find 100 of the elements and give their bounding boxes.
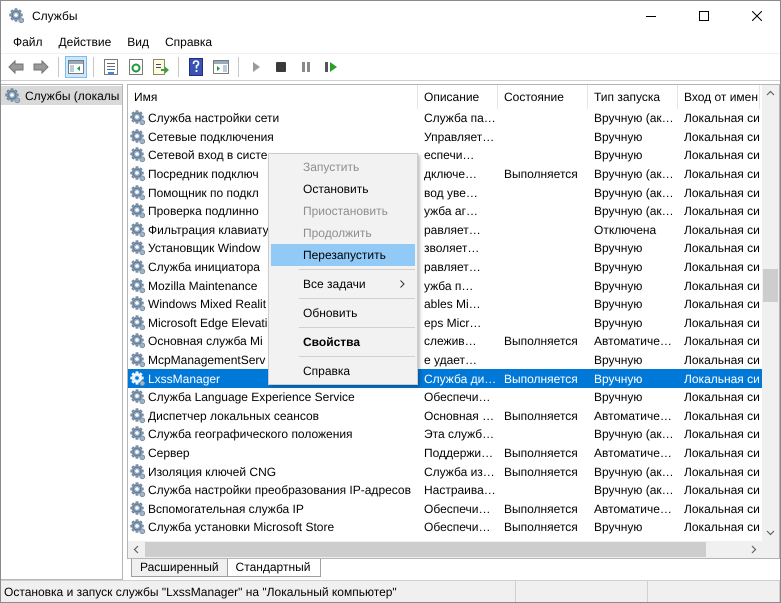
table-cell: равляет… bbox=[424, 260, 481, 274]
table-cell[interactable]: Сетевой вход в систе bbox=[148, 148, 268, 162]
gear-icon bbox=[130, 352, 146, 368]
view-tab[interactable]: Расширенный bbox=[131, 559, 230, 577]
table-cell: Вручную bbox=[594, 241, 642, 256]
column-header[interactable]: Описание bbox=[418, 85, 498, 109]
table-cell: Локальная си bbox=[684, 204, 760, 218]
menu-item[interactable]: Вид bbox=[119, 35, 157, 49]
table-cell: Локальная си bbox=[684, 334, 760, 348]
table-cell[interactable]: Фильтрация клавиату bbox=[148, 222, 269, 237]
table-cell[interactable]: Диспетчер локальных сеансов bbox=[148, 408, 320, 423]
gear-icon bbox=[130, 464, 146, 480]
close-icon[interactable] bbox=[752, 11, 762, 21]
table-cell: Служба из… bbox=[424, 464, 495, 479]
menu-item[interactable]: Справка bbox=[157, 35, 220, 49]
table-cell[interactable]: Проверка подлинно bbox=[148, 204, 259, 218]
gear-icon bbox=[130, 426, 146, 442]
table-cell[interactable]: McpManagementServ bbox=[148, 353, 266, 368]
menu-item[interactable]: Все задачи bbox=[271, 273, 415, 295]
table-cell: Локальная си bbox=[684, 278, 760, 293]
scroll-thumb[interactable] bbox=[763, 269, 778, 302]
table-cell[interactable]: Установщик Window bbox=[148, 241, 260, 256]
vertical-scrollbar[interactable] bbox=[762, 85, 779, 541]
column-header[interactable]: Имя bbox=[128, 85, 418, 109]
table-cell[interactable]: Windows Mixed Realit bbox=[148, 297, 266, 312]
table-cell: Локальная си bbox=[684, 353, 760, 368]
gear-icon bbox=[130, 110, 146, 126]
table-cell[interactable]: Служба инициатора bbox=[148, 260, 260, 274]
gear-icon bbox=[130, 240, 146, 256]
table-cell: Управляет… bbox=[424, 130, 494, 144]
table-cell: Локальная си bbox=[684, 446, 760, 460]
table-cell[interactable]: Сервер bbox=[148, 446, 190, 460]
menu-item[interactable]: Перезапустить bbox=[271, 244, 415, 266]
table-cell: Вручную (ак… bbox=[594, 427, 674, 442]
table-cell: Локальная си bbox=[684, 241, 760, 256]
menu-item[interactable]: Действие bbox=[50, 35, 120, 49]
menu-item[interactable]: Остановить bbox=[271, 178, 415, 200]
table-cell: Обеспечи… bbox=[424, 502, 490, 516]
table-cell: Выполняется bbox=[504, 334, 578, 348]
menu-item[interactable]: Файл bbox=[5, 35, 51, 49]
column-header[interactable]: Тип запуска bbox=[588, 85, 678, 109]
table-cell: Вручную bbox=[594, 297, 642, 312]
table-cell: Локальная си bbox=[684, 148, 760, 162]
table-cell: Вручную (ак… bbox=[594, 204, 674, 218]
table-cell: Локальная си bbox=[684, 464, 760, 479]
table-cell[interactable]: Изоляция ключей CNG bbox=[148, 464, 276, 479]
table-cell: ужба п… bbox=[424, 278, 474, 293]
export-list-icon[interactable] bbox=[150, 56, 172, 78]
console-tree-icon[interactable] bbox=[65, 56, 87, 78]
table-cell: Эта служб… bbox=[424, 427, 494, 442]
tree-item[interactable]: Службы (локалы bbox=[1, 86, 122, 105]
menu-item[interactable]: Свойства bbox=[271, 331, 415, 353]
table-cell[interactable]: LxssManager bbox=[148, 372, 220, 386]
table-cell[interactable]: Microsoft Edge Elevati bbox=[148, 316, 268, 330]
table-cell: еспечи… bbox=[424, 148, 474, 162]
table-cell[interactable]: Служба настройки преобразования IP-адресов bbox=[148, 483, 411, 498]
table-cell[interactable]: Служба установки Microsoft Store bbox=[148, 520, 334, 534]
table-cell[interactable]: Помощник по подкл bbox=[148, 186, 259, 200]
table-cell: Автоматиче… bbox=[594, 446, 672, 460]
table-cell[interactable]: Вспомогательная служба IP bbox=[148, 502, 304, 516]
gear-icon bbox=[130, 166, 146, 182]
table-cell: Локальная си bbox=[684, 260, 760, 274]
table-cell: eps Micr… bbox=[424, 316, 482, 330]
table-cell: Локальная си bbox=[684, 427, 760, 442]
table-cell: Вручную (ак… bbox=[594, 111, 674, 126]
table-cell: Локальная си bbox=[684, 222, 760, 237]
table-cell: Локальная си bbox=[684, 372, 760, 386]
table-cell[interactable]: Сетевые подключения bbox=[148, 130, 274, 144]
table-cell: Локальная си bbox=[684, 111, 760, 126]
gear-icon bbox=[130, 482, 146, 498]
table-cell[interactable]: Служба Language Experience Service bbox=[148, 390, 355, 404]
table-cell: равляет… bbox=[424, 222, 481, 237]
scroll-thumb[interactable] bbox=[145, 542, 706, 557]
gear-icon bbox=[130, 389, 146, 406]
table-cell[interactable]: Mozilla Maintenance bbox=[148, 278, 258, 293]
table-cell: Вручную bbox=[594, 520, 642, 534]
table-cell: Обеспечи… bbox=[424, 390, 490, 404]
column-header[interactable]: Состояние bbox=[498, 85, 588, 109]
table-cell[interactable]: Основная служба Mi bbox=[148, 334, 263, 348]
table-cell: Локальная си bbox=[684, 502, 760, 516]
table-cell: Обеспечи… bbox=[424, 520, 490, 534]
table-cell[interactable]: Служба географического положения bbox=[148, 427, 353, 442]
table-cell[interactable]: Служба настройки сети bbox=[148, 111, 280, 126]
menu-item[interactable]: Обновить bbox=[271, 302, 415, 324]
table-cell: Вручную bbox=[594, 390, 642, 404]
table-cell: Вручную bbox=[594, 260, 642, 274]
menu-item[interactable]: Справка bbox=[271, 360, 415, 382]
view-tab[interactable]: Стандартный bbox=[226, 559, 322, 577]
gear-icon bbox=[130, 203, 146, 220]
column-header[interactable]: Вход от имен bbox=[678, 85, 760, 109]
table-cell: Вручную bbox=[594, 148, 642, 162]
maximize-icon[interactable] bbox=[699, 11, 709, 21]
table-cell: Вручную bbox=[594, 372, 642, 386]
gear-icon bbox=[130, 259, 146, 276]
table-cell: Локальная си bbox=[684, 167, 760, 182]
horizontal-scrollbar[interactable] bbox=[128, 541, 779, 558]
table-cell: Служба ди… bbox=[424, 372, 496, 386]
table-cell[interactable]: Посредник подключ bbox=[148, 167, 259, 182]
gear-icon bbox=[130, 314, 146, 331]
status-text: Остановка и запуск службы "LxssManager" на "Локальный компьютер" bbox=[1, 581, 516, 602]
